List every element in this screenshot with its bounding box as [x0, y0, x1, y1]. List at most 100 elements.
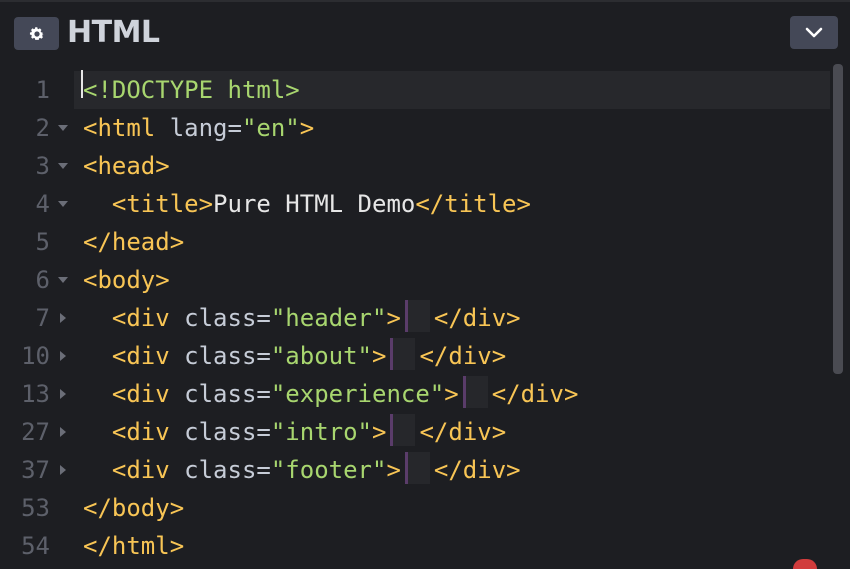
code-line[interactable]: 53 </body>: [0, 489, 830, 527]
code-token-tag: >: [386, 456, 401, 484]
code-token-str: "en": [241, 114, 300, 142]
code-text[interactable]: <div class="intro"> </div>: [83, 413, 506, 451]
code-line[interactable]: 3 <head>: [0, 147, 830, 185]
fold-expand-icon[interactable]: [56, 375, 70, 413]
code-token-tag: </title>: [415, 190, 531, 218]
line-number: 2: [35, 114, 50, 142]
code-token-tag: </div>: [433, 304, 521, 332]
fold-collapse-icon[interactable]: [56, 109, 70, 147]
code-token-tag: >: [444, 380, 459, 408]
code-token-tag: <title>: [83, 190, 214, 218]
code-token-tag: </div>: [491, 380, 579, 408]
fold-collapse-icon[interactable]: [56, 261, 70, 299]
code-line[interactable]: 6 <body>: [0, 261, 830, 299]
folded-code-marker[interactable]: [390, 338, 416, 370]
code-line[interactable]: 13 <div class="experience"> </div>: [0, 375, 830, 413]
code-token-str: "footer": [270, 456, 387, 484]
chevron-down-icon: [805, 27, 823, 37]
collapse-button[interactable]: [790, 16, 838, 49]
code-line[interactable]: 10 <div class="about"> </div>: [0, 337, 830, 375]
code-text[interactable]: </html>: [83, 527, 184, 565]
code-token-str: "about": [270, 342, 373, 370]
code-token-tag: >: [299, 114, 315, 142]
code-token-tag: <head>: [83, 152, 170, 180]
code-line[interactable]: 5 </head>: [0, 223, 830, 261]
code-token-plain: Pure HTML Demo: [213, 190, 416, 218]
line-number: 5: [35, 228, 50, 256]
code-token-doctype: <!DOCTYPE html>: [83, 76, 300, 104]
line-number: 37: [21, 456, 50, 484]
code-token-tag: <div: [83, 380, 170, 408]
code-token-tag: <html: [83, 114, 156, 142]
line-number: 27: [21, 418, 50, 446]
code-token-attr: class=: [169, 342, 271, 370]
settings-button[interactable]: [14, 17, 59, 50]
code-token-attr: lang=: [155, 114, 242, 142]
notification-indicator[interactable]: [793, 559, 817, 569]
code-token-tag: </div>: [419, 418, 507, 446]
line-number: 13: [21, 380, 50, 408]
code-text[interactable]: <head>: [83, 147, 170, 185]
code-text[interactable]: </head>: [83, 223, 184, 261]
vertical-scrollbar[interactable]: [833, 64, 843, 374]
code-text[interactable]: <div class="about"> </div>: [83, 337, 506, 375]
code-token-tag: <div: [83, 342, 170, 370]
code-text[interactable]: </body>: [83, 489, 184, 527]
code-token-str: "intro": [270, 418, 373, 446]
folded-code-marker[interactable]: [404, 300, 430, 332]
fold-expand-icon[interactable]: [56, 299, 70, 337]
line-number: 10: [21, 342, 50, 370]
code-token-tag: >: [372, 418, 387, 446]
folded-code-marker[interactable]: [462, 376, 488, 408]
code-line[interactable]: 54 </html>: [0, 527, 830, 565]
code-text[interactable]: <div class="experience"> </div>: [83, 375, 578, 413]
line-number: 6: [35, 266, 50, 294]
fold-collapse-icon[interactable]: [56, 185, 70, 223]
header-divider: [0, 0, 850, 2]
fold-collapse-icon[interactable]: [56, 147, 70, 185]
code-token-tag: >: [372, 342, 387, 370]
code-text[interactable]: <div class="header"> </div>: [83, 299, 521, 337]
code-token-str: "experience": [270, 380, 445, 408]
code-line[interactable]: 2 <html lang="en">: [0, 109, 830, 147]
code-text[interactable]: <html lang="en">: [83, 109, 314, 147]
code-text[interactable]: <!DOCTYPE html>: [83, 71, 300, 109]
code-line[interactable]: 37 <div class="footer"> </div>: [0, 451, 830, 489]
code-token-tag: >: [386, 304, 401, 332]
editor-panel-header: HTML: [0, 0, 850, 64]
code-token-tag: <body>: [83, 266, 170, 294]
fold-expand-icon[interactable]: [56, 451, 70, 489]
code-token-tag: <div: [83, 456, 170, 484]
code-line[interactable]: 7 <div class="header"> </div>: [0, 299, 830, 337]
line-number: 53: [21, 494, 50, 522]
code-token-tag: </div>: [433, 456, 521, 484]
fold-expand-icon[interactable]: [56, 337, 70, 375]
folded-code-marker[interactable]: [404, 452, 430, 484]
code-token-attr: class=: [169, 380, 271, 408]
code-token-tag: </div>: [419, 342, 507, 370]
code-token-tag: </body>: [83, 494, 185, 522]
code-token-str: "header": [270, 304, 387, 332]
folded-code-marker[interactable]: [390, 414, 416, 446]
code-token-attr: class=: [169, 418, 271, 446]
code-token-attr: class=: [169, 456, 271, 484]
code-editor[interactable]: 1 <!DOCTYPE html> 2 <html lang="en"> 3 <head>…: [0, 64, 850, 569]
line-number: 1: [35, 76, 50, 104]
code-token-tag: <div: [83, 304, 170, 332]
line-number: 54: [21, 532, 50, 560]
code-text[interactable]: <title>Pure HTML Demo</title>: [83, 185, 531, 223]
code-text[interactable]: <body>: [83, 261, 170, 299]
code-text[interactable]: <div class="footer"> </div>: [83, 451, 521, 489]
line-number: 4: [35, 190, 50, 218]
code-token-tag: </html>: [83, 532, 185, 560]
line-number: 3: [35, 152, 50, 180]
code-line[interactable]: 27 <div class="intro"> </div>: [0, 413, 830, 451]
fold-expand-icon[interactable]: [56, 413, 70, 451]
panel-title: HTML: [67, 15, 160, 50]
code-line[interactable]: 4 <title>Pure HTML Demo</title>: [0, 185, 830, 223]
text-cursor: [81, 70, 83, 98]
code-token-tag: <div: [83, 418, 170, 446]
code-token-attr: class=: [169, 304, 271, 332]
code-line[interactable]: 1 <!DOCTYPE html>: [0, 71, 830, 109]
code-token-tag: </head>: [83, 228, 185, 256]
